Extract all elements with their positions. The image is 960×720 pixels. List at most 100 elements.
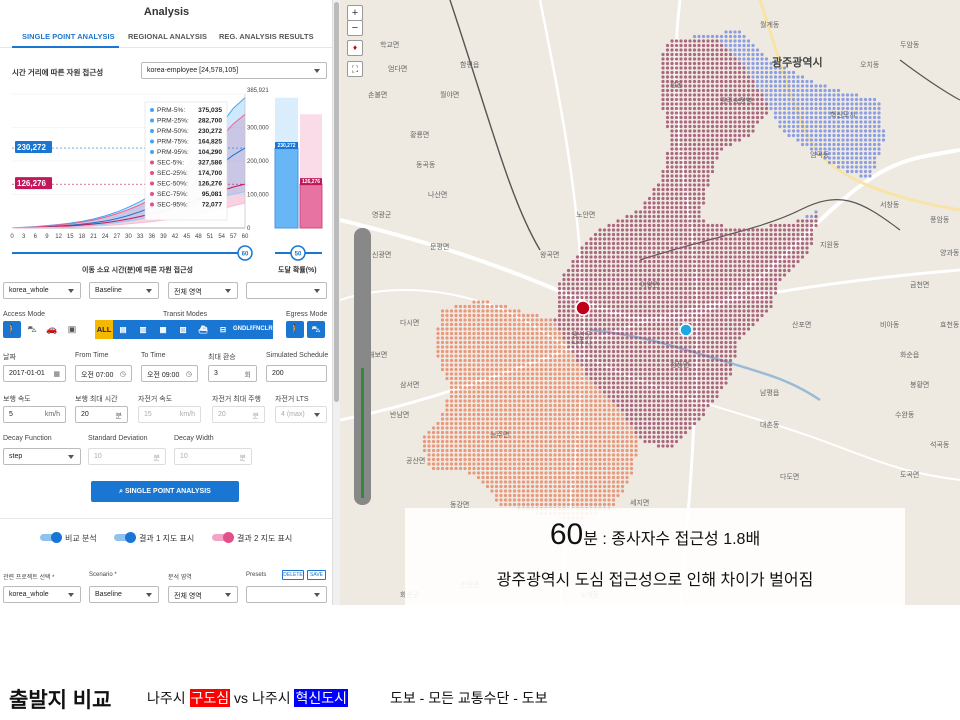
iso-dot — [742, 48, 746, 52]
from-time-input[interactable]: 오전 07:00 ◷ — [75, 365, 132, 382]
scrollbar-thumb[interactable] — [334, 2, 339, 402]
bike-lts-select[interactable]: 4 (max) — [275, 406, 327, 423]
bike-speed-input[interactable]: 15 km/h — [138, 406, 201, 423]
max-transfer-input[interactable]: 3회 — [208, 365, 257, 382]
preset-select-2[interactable] — [246, 586, 327, 603]
car-icon[interactable]: 🚗 — [43, 321, 61, 338]
iso-dot — [562, 471, 566, 475]
decay-width-input[interactable]: 10 분 — [174, 448, 252, 465]
iso-dot — [589, 430, 593, 435]
clock-icon[interactable]: ◷ — [186, 370, 192, 378]
origin-marker-old-downtown[interactable] — [575, 300, 591, 316]
walk-speed-input[interactable]: 5 km/h — [3, 406, 66, 423]
iso-dot — [670, 412, 674, 417]
iso-dot — [760, 115, 764, 120]
result2-toggle[interactable] — [212, 532, 234, 543]
iso-dot — [701, 129, 706, 133]
iso-dot — [697, 34, 701, 39]
iso-dot — [625, 390, 629, 394]
iso-dot — [589, 322, 593, 327]
iso-dot — [490, 448, 494, 453]
iso-dot — [611, 300, 616, 304]
iso-dot — [823, 93, 827, 97]
compass-icon[interactable]: ♦ — [347, 40, 363, 56]
iso-dot — [688, 174, 692, 178]
compare-toggle[interactable] — [40, 532, 62, 543]
iso-dot — [674, 259, 679, 264]
tab-regional[interactable]: REGIONAL ANALYSIS — [128, 32, 207, 41]
iso-dot — [553, 322, 557, 327]
preset-select[interactable] — [246, 282, 327, 299]
tab-results[interactable]: REG. ANALYSIS RESULTS — [219, 32, 314, 41]
dataset-select[interactable]: korea-employee [24,578,105] — [141, 62, 327, 79]
gondola-button[interactable]: GNDLR — [233, 320, 254, 339]
project-select-2[interactable]: korea_whole — [3, 586, 81, 603]
region-select[interactable]: 전체 영역 — [168, 282, 238, 299]
date-input[interactable]: 2017-01-01 ▦ — [3, 365, 66, 382]
to-time-input[interactable]: 오전 09:00 ◷ — [141, 365, 198, 382]
iso-dot — [598, 291, 602, 295]
delete-preset-button[interactable]: DELETE — [282, 570, 304, 580]
rail-icon[interactable]: ▧ — [173, 320, 193, 339]
scenario-select[interactable]: Baseline — [89, 282, 159, 299]
bike-icon[interactable]: ⛍ — [23, 321, 41, 338]
walk-max-time-input[interactable]: 20 분 — [75, 406, 128, 423]
calendar-icon[interactable]: ▦ — [53, 370, 60, 378]
single-point-analysis-button[interactable]: ⌕ SINGLE POINT ANALYSIS — [91, 481, 239, 502]
iso-dot — [620, 291, 625, 295]
iso-dot — [620, 255, 625, 259]
iso-dot — [512, 372, 517, 376]
all-transit-button[interactable]: ALL — [95, 320, 113, 339]
iso-dot — [463, 322, 467, 327]
decay-function-select[interactable]: step — [3, 448, 81, 465]
taxi-icon[interactable]: ▣ — [63, 321, 81, 338]
cable-car-icon[interactable]: ⊟ — [213, 320, 233, 339]
iso-dot — [557, 345, 562, 349]
iso-dot — [755, 97, 760, 102]
result1-toggle[interactable] — [114, 532, 136, 543]
iso-dot — [827, 133, 832, 138]
egress-walk-icon[interactable]: 🚶 — [286, 321, 304, 338]
ferry-icon[interactable]: ⛴ — [193, 320, 213, 339]
clock-icon[interactable]: ◷ — [120, 370, 126, 378]
iso-dot — [733, 295, 737, 300]
subway-icon[interactable]: ▦ — [153, 320, 173, 339]
tooltip-key: SEC-5%: — [157, 160, 184, 167]
scenario-select-2[interactable]: Baseline — [89, 586, 159, 603]
bike-max-time-input[interactable]: 20 분 — [212, 406, 265, 423]
iso-dot — [692, 421, 697, 426]
egress-bike-icon[interactable]: ⛍ — [307, 321, 325, 338]
time-cutoff-slider[interactable] — [354, 228, 371, 505]
iso-dot — [773, 264, 778, 268]
save-preset-button[interactable]: SAVE — [307, 570, 326, 580]
zoom-out-button[interactable]: − — [347, 20, 363, 36]
std-deviation-input[interactable]: 10 분 — [88, 448, 166, 465]
bus-icon[interactable]: ▤ — [113, 320, 133, 339]
iso-dot — [845, 169, 850, 174]
iso-dot — [796, 250, 800, 255]
iso-dot — [616, 412, 620, 417]
simulated-schedule-input[interactable]: 200 — [266, 365, 327, 382]
project-select[interactable]: korea_whole — [3, 282, 81, 299]
city-label: 광주광역시 — [772, 57, 823, 69]
walk-icon[interactable]: 🚶 — [3, 321, 21, 338]
funicular-button[interactable]: FNCLR — [252, 320, 273, 339]
region-select-2[interactable]: 전체 영역 — [168, 586, 238, 603]
tab-single-point[interactable]: SINGLE POINT ANALYSIS — [22, 32, 115, 41]
iso-dot — [755, 246, 760, 250]
tram-icon[interactable]: ▥ — [133, 320, 153, 339]
origin-marker-innovation-city[interactable] — [679, 323, 693, 337]
iso-dot — [715, 322, 719, 327]
iso-dot — [602, 250, 607, 255]
iso-dot — [557, 484, 562, 489]
iso-dot — [607, 228, 611, 232]
panel-scrollbar[interactable] — [333, 0, 340, 605]
zoom-in-button[interactable]: + — [347, 5, 363, 21]
iso-dot — [805, 142, 809, 147]
decay-function-label: Decay Function — [3, 435, 52, 442]
iso-dot — [670, 228, 674, 232]
iso-dot — [512, 435, 517, 439]
fullscreen-icon[interactable]: ⛶ — [347, 61, 363, 77]
iso-dot — [535, 408, 539, 412]
iso-dot — [584, 286, 589, 291]
